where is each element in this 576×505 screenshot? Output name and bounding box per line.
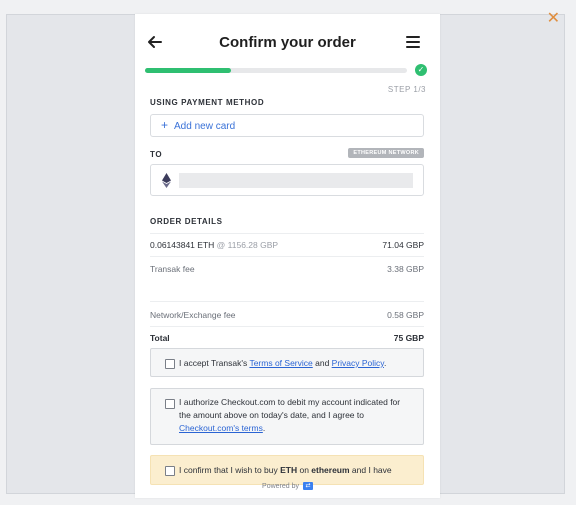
total-label: Total	[150, 333, 170, 343]
total-value: 75 GBP	[393, 333, 424, 343]
add-card-label: Add new card	[174, 121, 236, 132]
transak-fee-value: 3.38 GBP	[387, 264, 424, 274]
powered-by-footer: Powered by ⇄	[135, 482, 440, 490]
wallet-address-input[interactable]	[179, 173, 413, 188]
step-indicator: STEP 1/3	[387, 85, 426, 94]
network-badge: ETHEREUM NETWORK	[348, 148, 424, 158]
divider	[150, 301, 424, 302]
ethereum-icon	[162, 173, 171, 188]
payment-method-heading: USING PAYMENT METHOD	[150, 98, 265, 107]
divider	[150, 326, 424, 327]
eth-value: 71.04 GBP	[382, 240, 424, 250]
page-title: Confirm your order	[219, 34, 356, 51]
plus-icon: +	[161, 118, 169, 132]
terms-checkbox[interactable]	[165, 359, 175, 369]
eth-rate: @ 1156.28 GBP	[216, 240, 279, 250]
checkout-terms-link[interactable]: Checkout.com's terms	[179, 423, 263, 433]
close-icon[interactable]: ✕	[547, 11, 560, 27]
divider	[150, 233, 424, 234]
order-confirmation-panel: Confirm your order ✓ STEP 1/3 USING PAYM…	[135, 14, 440, 498]
wallet-address-field	[150, 164, 424, 196]
network-fee-label: Network/Exchange fee	[150, 310, 236, 320]
add-new-card-button[interactable]: + Add new card	[150, 114, 424, 137]
progress-bar	[145, 68, 407, 73]
check-icon: ✓	[415, 64, 427, 76]
header: Confirm your order	[135, 14, 440, 70]
network-fee-value: 0.58 GBP	[387, 310, 424, 320]
divider	[150, 256, 424, 257]
terms-consent: I accept Transak's Terms of Service and …	[150, 348, 424, 377]
transak-fee-label: Transak fee	[150, 264, 195, 274]
transak-logo-icon: ⇄	[302, 482, 313, 490]
eth-amount: 0.06143841 ETH	[150, 240, 215, 250]
terms-of-service-link[interactable]: Terms of Service	[249, 358, 312, 368]
to-heading: TO	[150, 150, 163, 159]
progress-fill	[145, 68, 232, 73]
authorize-consent: I authorize Checkout.com to debit my acc…	[150, 388, 424, 445]
confirm-purchase-consent: I confirm that I wish to buy ETH on ethe…	[150, 455, 424, 485]
hamburger-menu-icon[interactable]	[406, 36, 420, 48]
privacy-policy-link[interactable]: Privacy Policy	[332, 358, 384, 368]
authorize-checkbox[interactable]	[165, 399, 175, 409]
confirm-checkbox[interactable]	[165, 466, 175, 476]
order-details-heading: ORDER DETAILS	[150, 217, 223, 226]
